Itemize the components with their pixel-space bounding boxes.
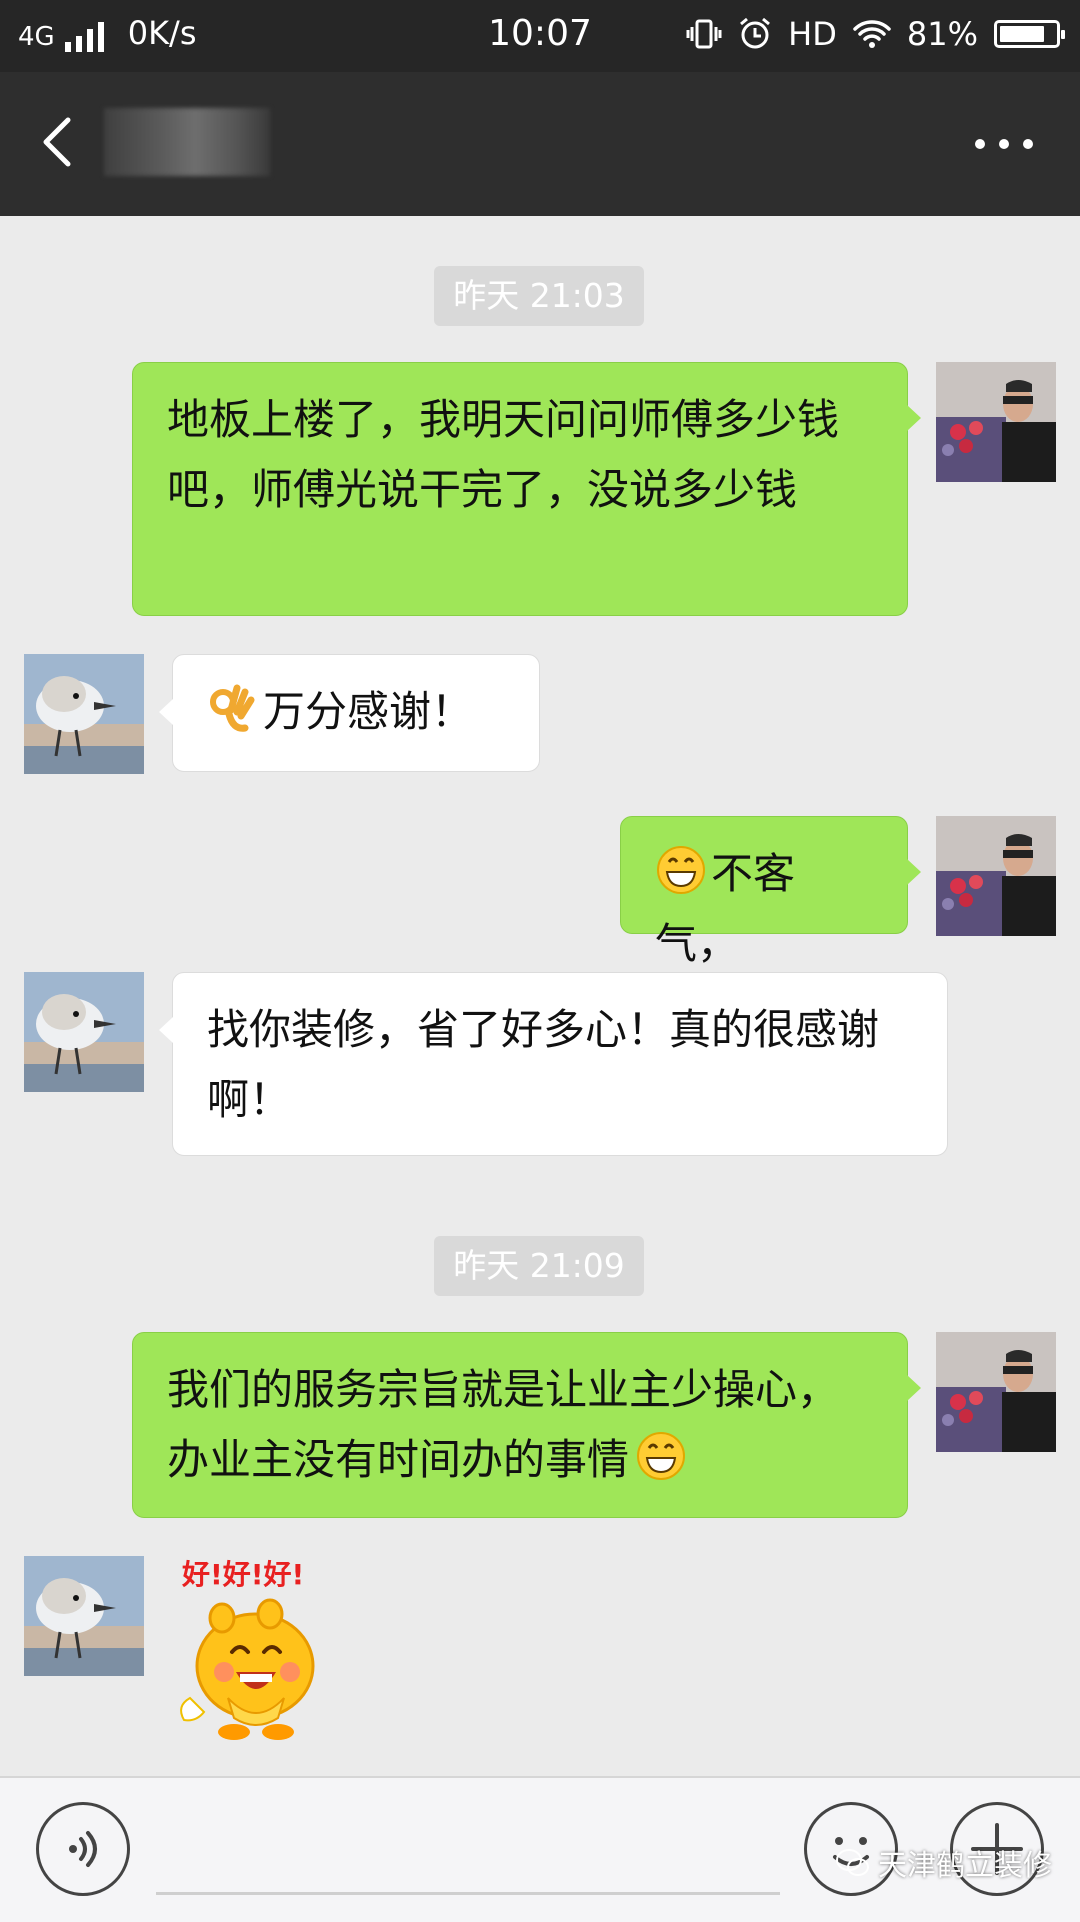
qq-penguin-sticker: 好!好!好! <box>180 1558 315 1740</box>
contact-name[interactable] <box>104 108 270 176</box>
message-bubble-sent[interactable]: 我们的服务宗旨就是让业主少操心，办业主没有时间办的事情 <box>132 1332 921 1518</box>
sticker-message[interactable]: 好!好!好! <box>170 1548 340 1748</box>
message-text: 万分感谢！ <box>263 687 474 736</box>
contact-avatar-bird-image <box>24 654 144 774</box>
timestamp: 昨天 21:03 <box>434 266 644 326</box>
self-avatar-image <box>936 362 1056 482</box>
alarm-icon <box>740 17 771 49</box>
ok-hand-emoji-icon <box>210 684 255 732</box>
avatar-self[interactable] <box>936 362 1056 482</box>
chat-header <box>0 72 1080 216</box>
wechat-logo-icon <box>835 1849 869 1876</box>
voice-button[interactable] <box>36 1802 130 1896</box>
battery-percent: 81% <box>906 15 978 53</box>
message-input[interactable] <box>156 1892 780 1895</box>
message-text: 地板上楼了，我明天问问师傅多少钱吧，师傅光说干完了，没说多少钱 <box>167 395 840 514</box>
chevron-left-icon <box>43 117 71 167</box>
avatar-contact[interactable] <box>24 972 144 1092</box>
battery-fill <box>1000 26 1044 42</box>
contact-avatar-bird-image <box>24 972 144 1092</box>
back-button[interactable] <box>30 112 90 172</box>
timestamp: 昨天 21:09 <box>434 1236 644 1296</box>
message-bubble-sent[interactable]: 地板上楼了，我明天问问师傅多少钱吧，师傅光说干完了，没说多少钱 <box>132 362 921 616</box>
message-text: 找你装修，省了好多心！真的很感谢啊！ <box>207 1005 880 1124</box>
avatar-self[interactable] <box>936 816 1056 936</box>
more-button[interactable] <box>964 126 1044 162</box>
watermark-text: 天津鹤立装修 <box>877 1848 1052 1882</box>
avatar-contact[interactable] <box>24 1556 144 1676</box>
avatar-self[interactable] <box>936 1332 1056 1452</box>
message-bubble-received[interactable]: 找你装修，省了好多心！真的很感谢啊！ <box>159 972 948 1156</box>
sticker-text: 好!好!好! <box>181 1558 304 1591</box>
status-bar: 4G 0K/s 10:07 HD 81% <box>0 0 1080 72</box>
grin-emoji-icon <box>657 846 705 894</box>
wifi-icon <box>853 20 891 48</box>
hd-label: HD <box>788 15 837 53</box>
vibrate-icon <box>686 19 722 49</box>
message-bubble-received[interactable]: 万分感谢！ <box>159 654 540 772</box>
avatar-contact[interactable] <box>24 654 144 774</box>
more-dots-icon <box>975 139 1033 149</box>
self-avatar-image <box>936 816 1056 936</box>
contact-avatar-bird-image <box>24 1556 144 1676</box>
battery-icon <box>994 20 1065 48</box>
message-text: 我们的服务宗旨就是让业主少操心，办业主没有时间办的事情 <box>167 1365 840 1484</box>
watermark: 天津鹤立装修 <box>835 1842 1052 1884</box>
message-bubble-sent[interactable]: 不客气， <box>620 816 921 968</box>
grin-emoji-icon <box>637 1432 686 1480</box>
self-avatar-image <box>936 1332 1056 1452</box>
voice-icon <box>69 1831 97 1867</box>
status-right: HD 81% <box>686 15 1065 53</box>
